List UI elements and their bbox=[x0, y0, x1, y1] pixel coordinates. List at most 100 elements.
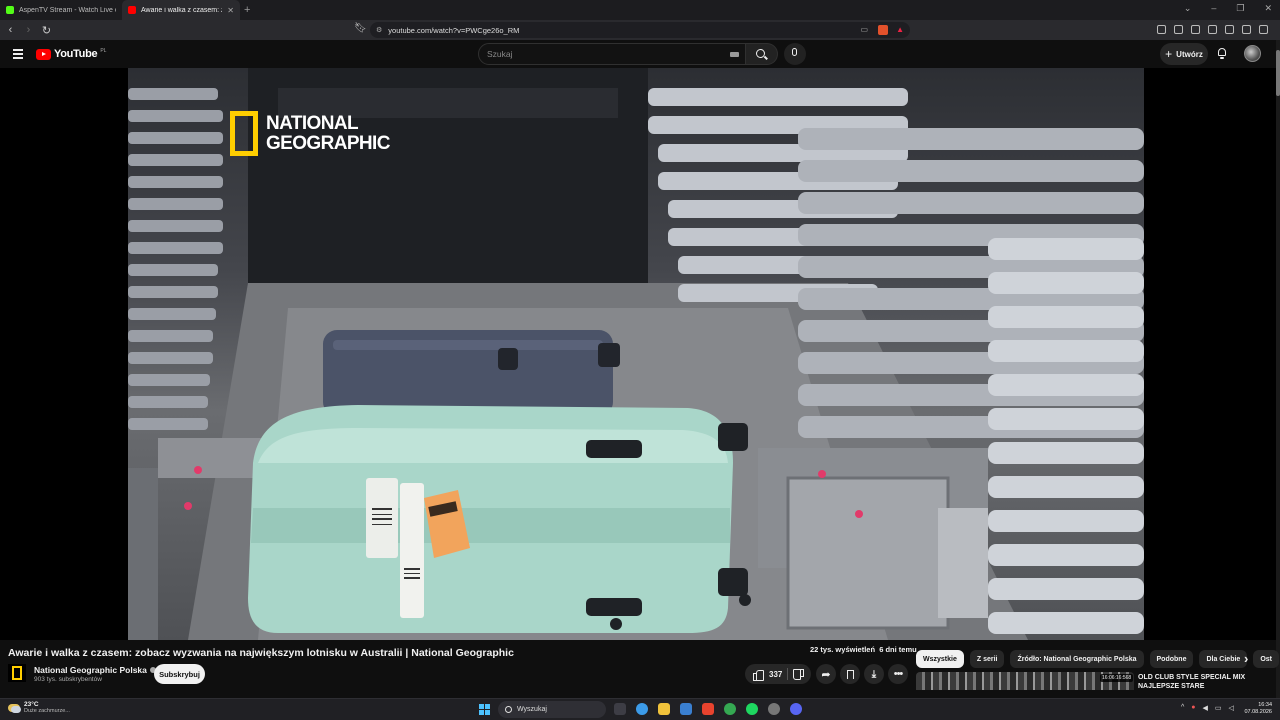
chip-for-you[interactable]: Dla Ciebie bbox=[1199, 650, 1248, 668]
system-tray: ^ ● ◀︎ ▭ ◁ bbox=[1181, 704, 1234, 712]
chevron-right-icon[interactable]: › bbox=[1244, 651, 1248, 666]
video-details: Awarie i walka z czasem: zobacz wyzwania… bbox=[0, 640, 1279, 690]
vpn-icon[interactable] bbox=[1242, 25, 1251, 34]
extension-icon[interactable] bbox=[1157, 25, 1166, 34]
leo-icon[interactable] bbox=[1225, 25, 1234, 34]
minimize-icon[interactable]: – bbox=[1211, 3, 1216, 14]
chevron-up-icon[interactable]: ^ bbox=[1181, 704, 1184, 712]
forward-arrow-icon[interactable]: › bbox=[21, 24, 36, 36]
logo-text: YouTube bbox=[54, 48, 98, 60]
temperature: 23°C bbox=[24, 701, 39, 708]
time: 16:34 bbox=[1258, 702, 1272, 708]
sidebar-icon[interactable] bbox=[1191, 25, 1200, 34]
video-title: Awarie i walka z czasem: zobacz wyzwania… bbox=[8, 647, 514, 659]
reload-icon[interactable]: ↻ bbox=[39, 24, 54, 37]
spotify-icon[interactable] bbox=[746, 703, 758, 715]
video-player[interactable]: NATIONAL GEOGRAPHIC bbox=[0, 68, 1276, 640]
download-button[interactable]: ⤓ bbox=[864, 664, 884, 684]
view-stats[interactable]: 22 tys. wyświetleń 6 dni temu bbox=[810, 645, 917, 654]
chip-all[interactable]: Wszystkie bbox=[916, 650, 964, 668]
create-button[interactable]: + Utwórz bbox=[1160, 43, 1208, 65]
subscribe-button[interactable]: Subskrybuj bbox=[154, 664, 205, 684]
youtube-logo[interactable]: YouTube PL bbox=[36, 48, 106, 60]
search-input[interactable] bbox=[487, 49, 717, 59]
like-icon[interactable] bbox=[753, 669, 764, 681]
recommended-video[interactable]: 16:06:16:568 OLD CLUB STYLE SPECIAL MIX … bbox=[916, 672, 1276, 690]
search-icon bbox=[756, 49, 765, 58]
tab-title: AspenTV Stream - Watch Live on Kick bbox=[19, 6, 116, 14]
browser-tab-strip: AspenTV Stream - Watch Live on Kick Awar… bbox=[0, 0, 1280, 20]
taskbar: 23°C Duże zachmurze... Wyszukaj ^ ● ◀︎ ▭… bbox=[0, 698, 1280, 720]
like-dislike-group: 337 bbox=[745, 664, 811, 684]
tab-title: Awarie i walka z czasem: zobacz bbox=[141, 6, 222, 14]
weather-widget[interactable]: 23°C Duże zachmurze... bbox=[8, 701, 70, 714]
chrome-icon[interactable] bbox=[724, 703, 736, 715]
like-divider bbox=[787, 668, 788, 680]
url-field[interactable]: ⚙︎ youtube.com/watch?v=PWCge26o_RM ▭ ▲ bbox=[370, 22, 910, 38]
clock[interactable]: 16:34 07.08.2026 bbox=[1240, 702, 1272, 716]
save-button[interactable] bbox=[840, 664, 860, 684]
task-view-icon[interactable] bbox=[614, 703, 626, 715]
chip-series[interactable]: Z serii bbox=[969, 650, 1005, 668]
more-actions-button[interactable]: ••• bbox=[888, 664, 908, 684]
new-tab-button[interactable]: + bbox=[244, 4, 250, 16]
video-duration: 16:06:16:568 bbox=[1100, 674, 1134, 682]
bell-icon[interactable] bbox=[1217, 48, 1227, 59]
keyboard-icon[interactable] bbox=[730, 52, 739, 57]
windows-start-icon[interactable] bbox=[479, 704, 490, 715]
page-scrollbar[interactable] bbox=[1276, 40, 1280, 700]
chip-source[interactable]: Źródło: National Geographic Polska bbox=[1010, 650, 1144, 668]
video-frame[interactable]: NATIONAL GEOGRAPHIC bbox=[128, 68, 1144, 640]
brave-rewards-icon[interactable]: ▲ bbox=[896, 25, 904, 34]
recommended-title[interactable]: OLD CLUB STYLE SPECIAL MIX NAJLEPSZE STA… bbox=[1138, 673, 1276, 690]
view-count: 22 tys. wyświetleń bbox=[810, 645, 876, 654]
store-icon[interactable] bbox=[680, 703, 692, 715]
kick-favicon-icon bbox=[6, 6, 14, 14]
volume-icon[interactable]: ◁ bbox=[1229, 704, 1234, 712]
edge-icon[interactable] bbox=[636, 703, 648, 715]
voice-search-button[interactable] bbox=[784, 43, 806, 65]
dislike-icon[interactable] bbox=[793, 669, 804, 680]
brave-shield-icon[interactable] bbox=[878, 25, 888, 35]
plus-icon: + bbox=[1165, 47, 1173, 61]
chip-similar[interactable]: Podobne bbox=[1149, 650, 1194, 668]
chevron-down-icon[interactable]: ⌄ bbox=[1184, 3, 1192, 14]
microphone-tray-icon[interactable]: ● bbox=[1191, 704, 1195, 712]
bookmark-icon[interactable]: 🔖︎ bbox=[354, 23, 367, 34]
file-explorer-icon[interactable] bbox=[658, 703, 670, 715]
network-icon[interactable]: ▭ bbox=[1215, 704, 1222, 712]
tab-kick[interactable]: AspenTV Stream - Watch Live on Kick bbox=[0, 0, 122, 20]
download-icon: ⤓ bbox=[871, 668, 877, 680]
site-info-icon[interactable]: ⚙︎ bbox=[376, 26, 382, 34]
tab-youtube[interactable]: Awarie i walka z czasem: zobacz ✕ bbox=[122, 0, 240, 20]
hamburger-menu-icon[interactable] bbox=[13, 49, 23, 61]
date: 07.08.2026 bbox=[1244, 709, 1272, 715]
music-icon[interactable] bbox=[1174, 25, 1183, 34]
like-count[interactable]: 337 bbox=[769, 670, 782, 679]
steam-icon[interactable] bbox=[768, 703, 780, 715]
menu-icon[interactable] bbox=[1259, 25, 1268, 34]
youtube-favicon-icon bbox=[128, 6, 136, 14]
watermark-line-1: NATIONAL bbox=[266, 112, 359, 134]
cast-icon[interactable]: ▭ bbox=[860, 25, 868, 34]
speaker-icon[interactable]: ◀︎ bbox=[1203, 704, 1208, 712]
scrollbar-thumb[interactable] bbox=[1276, 50, 1280, 96]
close-tab-icon[interactable]: ✕ bbox=[227, 6, 234, 15]
share-button[interactable]: ➦ bbox=[816, 664, 836, 684]
close-window-icon[interactable]: ✕ bbox=[1264, 3, 1272, 14]
restore-icon[interactable]: ❐ bbox=[1236, 3, 1244, 14]
avatar[interactable] bbox=[1244, 45, 1261, 62]
channel-avatar[interactable] bbox=[8, 664, 26, 682]
back-arrow-icon[interactable]: ‹ bbox=[3, 24, 18, 36]
cloudy-weather-icon bbox=[8, 703, 21, 713]
search-button[interactable] bbox=[746, 43, 778, 65]
national-geographic-watermark: NATIONAL GEOGRAPHIC bbox=[230, 111, 390, 156]
discord-icon[interactable] bbox=[790, 703, 802, 715]
wallet-icon[interactable] bbox=[1208, 25, 1217, 34]
chip-recent[interactable]: Ost bbox=[1253, 650, 1279, 668]
brave-icon[interactable] bbox=[702, 703, 714, 715]
taskbar-search[interactable]: Wyszukaj bbox=[498, 701, 606, 718]
channel-name[interactable]: National Geographic Polska bbox=[34, 665, 156, 675]
more-horizontal-icon: ••• bbox=[893, 668, 904, 680]
create-label: Utwórz bbox=[1176, 49, 1203, 59]
